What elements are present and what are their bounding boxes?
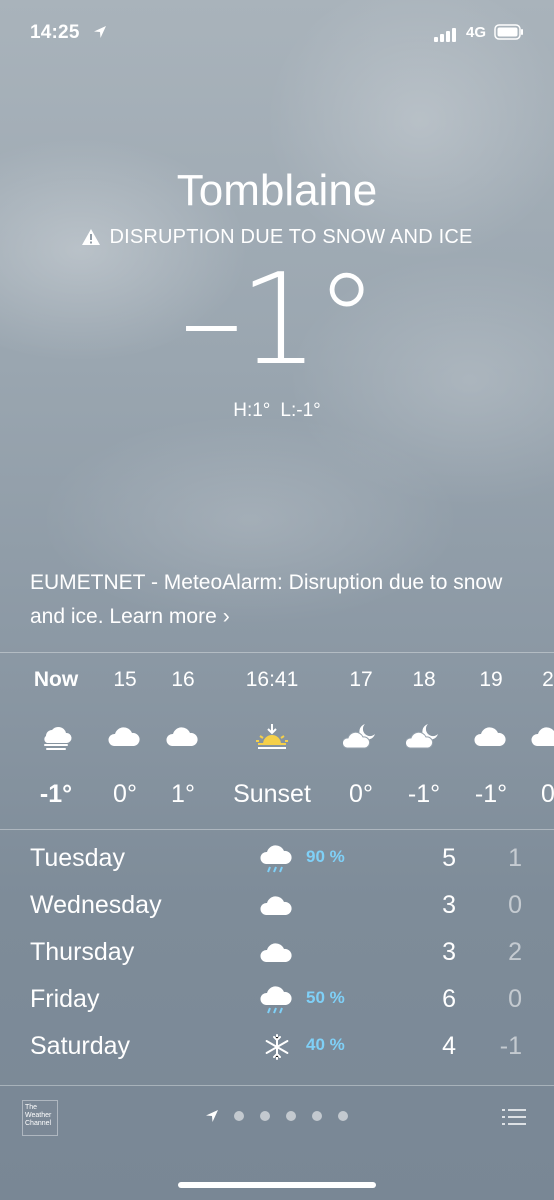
cloud-icon [474,727,506,746]
hour-temp: 0 [541,780,554,808]
day-low: -1 [499,1032,522,1060]
hour-time: Now [33,668,79,691]
day-high: 4 [442,1032,456,1060]
day-name: Friday [30,985,100,1013]
chevron-right-icon: › [222,605,230,628]
high-low: H:1° L:-1° [0,400,554,422]
cloud-icon [260,896,292,915]
hour-time: 2 [542,668,554,691]
day-low: 0 [508,985,522,1013]
day-high: 3 [442,891,456,919]
alert-description-text: EUMETNET - MeteoAlarm: Disruption due to… [30,571,503,628]
daily-row: Wednesday 3 0 [0,883,554,930]
hour-time: 16 [171,668,195,691]
hour-temp: 1° [171,780,195,808]
page-dot [260,1111,270,1121]
day-low: 1 [508,844,522,872]
page-dot [312,1111,322,1121]
snowflake-icon [265,1034,289,1060]
day-name: Tuesday [30,844,125,872]
current-temperature: –1° [179,246,378,393]
daily-row: Thursday 3 2 [0,930,554,977]
day-high: 3 [442,938,456,966]
low-temp: L:-1° [280,400,321,421]
high-temp: H:1° [233,400,271,421]
warning-icon [82,229,101,245]
weather-channel-logo[interactable]: The Weather Channel [22,1100,58,1136]
divider [0,829,554,830]
rain-cloud-icon [260,845,292,873]
alert-description[interactable]: EUMETNET - MeteoAlarm: Disruption due to… [30,566,530,634]
cloud-icon [166,727,198,746]
day-name: Thursday [30,938,135,966]
hourly-forecast[interactable]: Now -1° 15 0° 16 1° 16:41 Sunset 17 0° 1… [0,652,554,828]
precip-chance: 90 % [306,847,345,866]
daily-row: Saturday 40 % 4 -1 [0,1024,554,1071]
daily-row: Tuesday 90 % 5 1 [0,836,554,883]
list-icon[interactable] [500,1106,528,1128]
precip-chance: 40 % [306,1035,345,1054]
battery-icon [494,24,523,40]
hour-temp: -1° [39,780,73,808]
cloud-icon [531,727,554,746]
hour-temp: Sunset [233,780,311,808]
day-name: Wednesday [30,891,162,919]
cloud-icon [260,943,292,962]
page-dot [286,1111,296,1121]
home-indicator[interactable] [178,1182,376,1188]
fog-icon [44,726,72,750]
precip-chance: 50 % [306,988,345,1007]
sunset-icon [256,724,288,749]
day-name: Saturday [30,1032,131,1060]
rain-cloud-icon [260,986,292,1014]
status-time: 14:25 [30,22,80,43]
day-low: 2 [508,938,522,966]
daily-row: Friday 50 % 6 0 [0,977,554,1024]
day-high: 6 [442,985,456,1013]
day-low: 0 [508,891,522,919]
cloud-moon-icon [406,724,438,749]
page-dot [234,1111,244,1121]
location-name: Tomblaine [176,166,378,215]
hour-time: 16:41 [245,668,299,691]
alert-headline-text: DISRUPTION DUE TO SNOW AND ICE [109,226,473,248]
page-dot [338,1111,348,1121]
divider [0,1085,554,1086]
signal-icon [434,28,456,42]
location-arrow-icon [206,1110,218,1122]
cloud-moon-icon [343,724,375,749]
network-type: 4G [466,24,487,41]
location-arrow-icon [94,26,106,38]
cloud-icon [108,727,140,746]
day-high: 5 [442,844,456,872]
